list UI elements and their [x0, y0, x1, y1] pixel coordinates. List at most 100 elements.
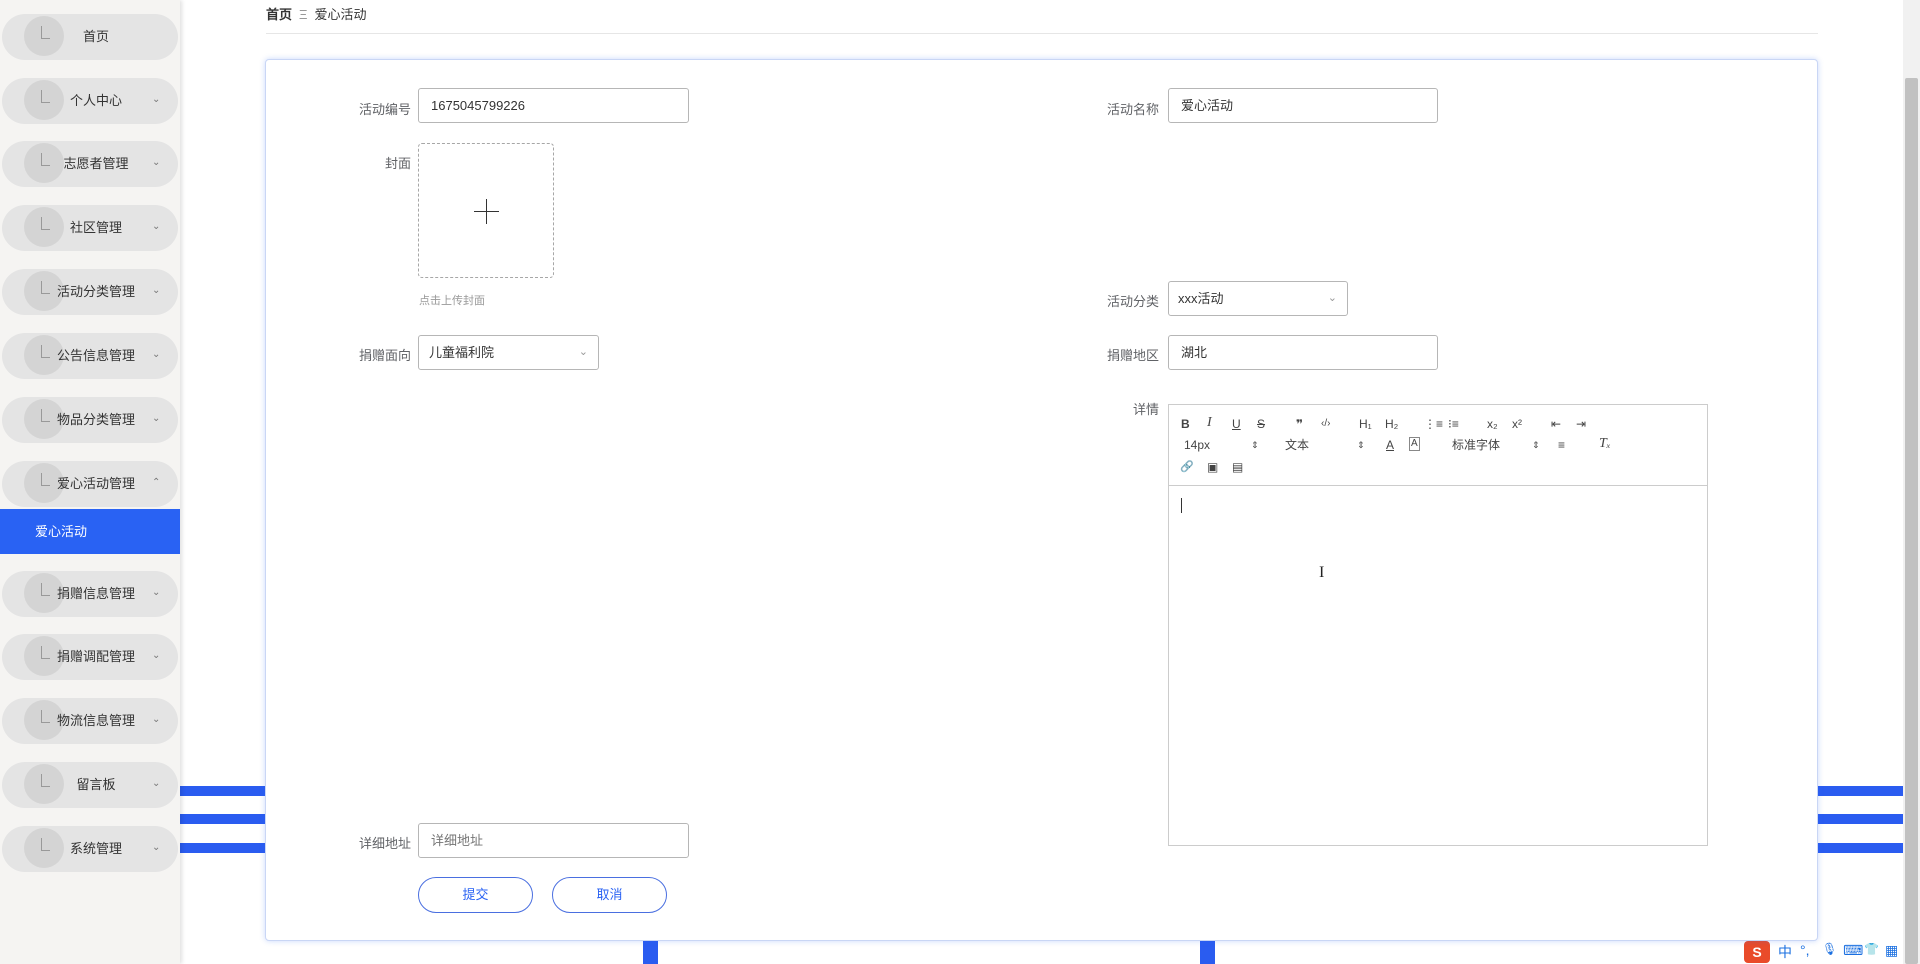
sidebar-item-announcements[interactable]: 公告信息管理 ⌄ [2, 333, 178, 379]
decorative-line [180, 814, 265, 824]
sidebar-item-label: 系统管理 [69, 841, 122, 856]
decorative-line [643, 941, 658, 964]
header-picker[interactable]: 文本 ⇕ [1285, 437, 1365, 453]
sidebar-item-label: 公告信息管理 [56, 348, 135, 363]
indent-button[interactable]: ⇥ [1576, 416, 1586, 432]
sidebar-item-label: 首页 [82, 29, 109, 44]
code-block-button[interactable]: ‹/› [1321, 416, 1330, 432]
sidebar-item-home[interactable]: 首页 [2, 14, 178, 60]
sidebar-item-label: 志愿者管理 [63, 156, 129, 171]
header-2-button[interactable]: H₂ [1385, 416, 1398, 432]
align-button[interactable]: ≡ [1558, 437, 1565, 453]
video-button[interactable]: ▤ [1232, 459, 1243, 475]
toolbox-grid-icon[interactable]: ▦ [1885, 942, 1898, 959]
sidebar-item-personal-center[interactable]: 个人中心 ⌄ [2, 78, 178, 124]
category-select[interactable]: xxx活动 ⌄ [1168, 281, 1348, 316]
submit-button[interactable]: 提交 [418, 877, 533, 913]
sidebar-item-label: 爱心活动管理 [56, 476, 135, 491]
superscript-button[interactable]: x² [1512, 416, 1522, 432]
sidebar-item-activity-category[interactable]: 活动分类管理 ⌄ [2, 269, 178, 315]
sidebar-item-label: 社区管理 [69, 220, 122, 235]
bold-button[interactable]: B [1181, 416, 1190, 432]
sidebar-subitem-label: 爱心活动 [35, 524, 88, 539]
sidebar-item-charity-activity[interactable]: 爱心活动管理 ⌃ [2, 461, 178, 507]
ime-logo-icon[interactable]: S [1744, 941, 1770, 963]
direction-label: 捐赠面向 [358, 348, 411, 363]
sidebar-item-message-board[interactable]: 留言板 ⌄ [2, 762, 178, 808]
category-label: 活动分类 [1106, 294, 1159, 309]
underline-button[interactable]: U [1232, 416, 1241, 432]
divider [266, 33, 1818, 34]
chevron-down-icon: ⌄ [152, 587, 161, 598]
background-color-button[interactable]: A [1409, 437, 1420, 451]
breadcrumb: 首页 Ξ 爱心活动 [266, 4, 366, 23]
subscript-button[interactable]: x₂ [1487, 416, 1498, 432]
sidebar-item-label: 个人中心 [69, 93, 122, 108]
ordered-list-button[interactable]: ⋮≡ [1424, 416, 1443, 432]
scrollbar-thumb[interactable] [1905, 78, 1918, 964]
sidebar-item-community[interactable]: 社区管理 ⌄ [2, 205, 178, 251]
decorative-line [180, 786, 265, 796]
chevron-down-icon: ⌄ [1327, 292, 1337, 304]
image-button[interactable]: ▣ [1207, 459, 1218, 475]
sidebar-item-label: 捐赠信息管理 [56, 586, 135, 601]
sidebar-item-item-category[interactable]: 物品分类管理 ⌄ [2, 397, 178, 443]
skin-icon[interactable]: 👕 [1864, 942, 1879, 956]
ime-punctuation-icon[interactable]: °, [1800, 942, 1810, 958]
cover-upload[interactable] [418, 143, 554, 278]
sidebar-item-donation-allocation[interactable]: 捐赠调配管理 ⌄ [2, 634, 178, 680]
text-caret [1181, 498, 1182, 513]
keyboard-icon[interactable]: ⌨ [1843, 942, 1863, 959]
header-1-button[interactable]: H₁ [1359, 416, 1372, 432]
font-family-picker[interactable]: 标准字体 ⇕ [1452, 437, 1540, 453]
font-size-picker[interactable]: 14px ⇕ [1184, 437, 1259, 453]
sidebar-item-donation-info[interactable]: 捐赠信息管理 ⌄ [2, 571, 178, 617]
decorative-line [180, 843, 265, 853]
strike-button[interactable]: S [1257, 416, 1265, 432]
chevron-down-icon: ⌄ [152, 650, 161, 661]
ime-tray: S 中 °, 🎙 ⌨ 👕 ▦ [1740, 940, 1900, 964]
sidebar-item-logistics[interactable]: 物流信息管理 ⌄ [2, 698, 178, 744]
rich-text-editor: B I U S ❞ ‹/› H₁ H₂ ⋮≡ ⁝≡ x₂ x² ⇤ ⇥ 14px… [1168, 404, 1708, 846]
sidebar-item-label: 物品分类管理 [56, 412, 135, 427]
font-color-button[interactable]: A [1386, 437, 1394, 453]
category-select-value: xxx活动 [1178, 291, 1224, 306]
updown-icon: ⇕ [1251, 440, 1259, 450]
breadcrumb-current: 爱心活动 [314, 7, 367, 22]
region-input[interactable]: 湖北 [1168, 335, 1438, 370]
editor-content[interactable] [1169, 486, 1707, 845]
decorative-line [1200, 941, 1215, 964]
decorative-line [1818, 843, 1903, 853]
page-scrollbar[interactable] [1903, 0, 1920, 964]
direction-select-value: 儿童福利院 [429, 345, 495, 360]
region-label: 捐赠地区 [1106, 348, 1159, 363]
editor-toolbar: B I U S ❞ ‹/› H₁ H₂ ⋮≡ ⁝≡ x₂ x² ⇤ ⇥ 14px… [1169, 405, 1707, 486]
outdent-button[interactable]: ⇤ [1551, 416, 1561, 432]
sidebar-item-system[interactable]: 系统管理 ⌄ [2, 826, 178, 872]
bullet-list-button[interactable]: ⁝≡ [1448, 416, 1459, 432]
activity-no-input[interactable]: 1675045799226 [418, 88, 689, 123]
sidebar-item-volunteers[interactable]: 志愿者管理 ⌄ [2, 141, 178, 187]
chevron-down-icon: ⌄ [152, 714, 161, 725]
activity-name-input[interactable]: 爱心活动 [1168, 88, 1438, 123]
italic-button[interactable]: I [1207, 415, 1212, 431]
blockquote-button[interactable]: ❞ [1296, 416, 1303, 432]
chevron-down-icon: ⌄ [152, 349, 161, 360]
sidebar-item-label: 留言板 [76, 777, 116, 792]
address-input[interactable] [418, 823, 689, 858]
decorative-line [1818, 786, 1903, 796]
chevron-down-icon: ⌄ [152, 778, 161, 789]
microphone-icon[interactable]: 🎙 [1822, 942, 1837, 956]
ime-language-toggle[interactable]: 中 [1778, 942, 1792, 962]
address-label: 详细地址 [358, 836, 411, 851]
chevron-down-icon: ⌄ [152, 94, 161, 105]
font-family-value: 标准字体 [1452, 438, 1501, 452]
breadcrumb-home[interactable]: 首页 [266, 7, 292, 22]
clean-format-button[interactable]: Tₓ [1599, 436, 1611, 452]
sidebar-subitem-charity-activity[interactable]: 爱心活动 [0, 509, 180, 554]
direction-select[interactable]: 儿童福利院 ⌄ [418, 335, 599, 370]
sidebar: 首页 个人中心 ⌄ 志愿者管理 ⌄ 社区管理 ⌄ 活动分类管理 ⌄ 公告信息管理… [0, 0, 180, 964]
sidebar-item-label: 捐赠调配管理 [56, 649, 135, 664]
cancel-button[interactable]: 取消 [552, 877, 667, 913]
link-button[interactable]: 🔗 [1180, 459, 1194, 475]
